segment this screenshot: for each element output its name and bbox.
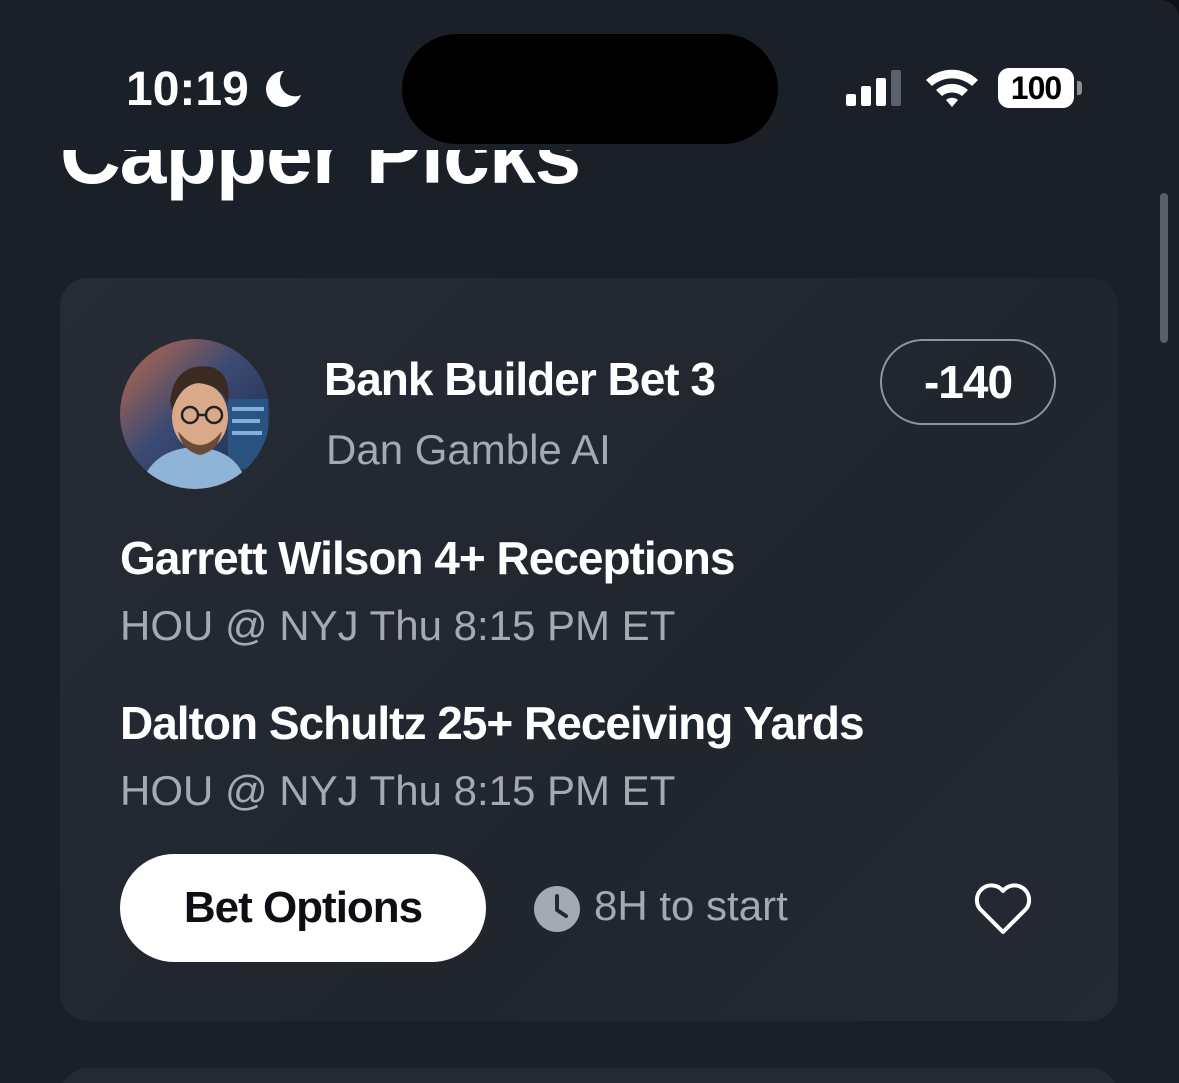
app-screen: 10:19 100 Capper Picks Bank Builder Bet … [0, 0, 1179, 1083]
clock-icon [534, 886, 580, 932]
bet-options-button[interactable]: Bet Options [120, 854, 486, 962]
cellular-signal-icon [846, 70, 901, 106]
pick-game-info: HOU @ NYJ Thu 8:15 PM ET [120, 602, 676, 649]
start-time-text: 8H to start [594, 882, 788, 929]
avatar[interactable] [120, 339, 270, 489]
moon-icon [266, 71, 301, 107]
section-title: Capper Picks [60, 150, 581, 201]
bet-title: Bank Builder Bet 3 [324, 353, 716, 405]
battery-level: 100 [998, 68, 1074, 108]
pick-title: Dalton Schultz 25+ Receiving Yards [120, 697, 865, 749]
pick-game-info: HOU @ NYJ Thu 8:15 PM ET [120, 767, 676, 814]
pick-title: Garrett Wilson 4+ Receptions [120, 532, 735, 584]
battery-cap [1077, 81, 1082, 95]
scrollbar[interactable] [1160, 193, 1168, 343]
section-title-container: Capper Picks [60, 150, 760, 210]
capper-name[interactable]: Dan Gamble AI [326, 426, 611, 474]
odds-badge: -140 [880, 339, 1056, 425]
pick-card[interactable]: Bank Builder Bet 3 Dan Gamble AI -140 Ga… [60, 278, 1118, 1021]
next-pick-card[interactable] [60, 1068, 1118, 1083]
wifi-icon [926, 69, 978, 107]
status-time: 10:19 [126, 63, 249, 116]
dynamic-island [402, 34, 778, 144]
heart-outline-icon[interactable] [972, 880, 1034, 936]
avatar-image [120, 339, 270, 489]
battery-icon: 100 [998, 68, 1084, 108]
